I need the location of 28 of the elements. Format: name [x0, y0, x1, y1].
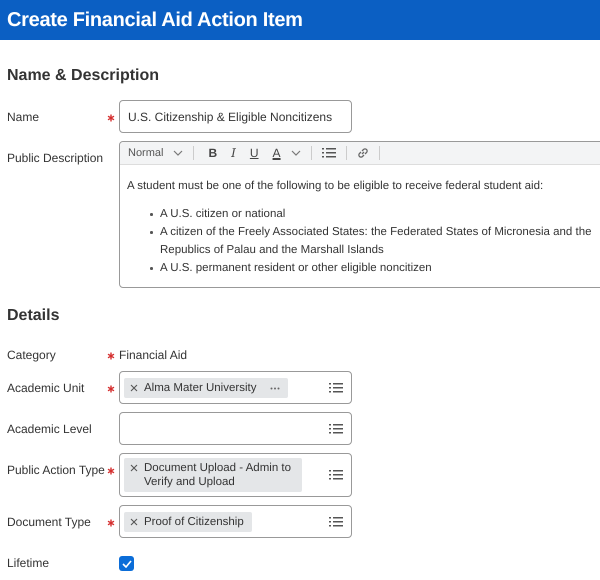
field-label: Lifetime: [7, 555, 50, 570]
field-label: Name: [7, 109, 40, 124]
multiselect-field[interactable]: Alma Mater University: [119, 371, 352, 404]
selected-chip[interactable]: Alma Mater University: [124, 378, 288, 398]
italic-button[interactable]: I: [231, 146, 236, 160]
field-label: Category: [7, 347, 57, 362]
page-title: Create Financial Aid Action Item: [7, 8, 303, 32]
list-item: A citizen of the Freely Associated States: the Federated States of Micronesia and the Republics of Palau and the Marshall Islands: [160, 226, 592, 256]
name-field[interactable]: U.S. Citizenship & Eligible Noncitizens: [119, 100, 352, 133]
list-item: A U.S. citizen or national: [160, 208, 286, 220]
multiselect-field[interactable]: Proof of Citizenship: [119, 505, 352, 538]
font-color-button[interactable]: A: [272, 146, 281, 160]
list-item: A U.S. permanent resident or other eligible noncitizen: [160, 262, 432, 274]
section-heading: Name & Description: [7, 67, 160, 85]
field-label: Academic Unit: [7, 380, 86, 395]
field-value: Financial Aid: [119, 347, 188, 362]
field-label: Public Description: [7, 150, 104, 165]
multiselect-field[interactable]: Document Upload - Admin to Verify and Upload: [119, 453, 352, 497]
bold-button[interactable]: B: [208, 146, 218, 160]
selected-chip[interactable]: Proof of Citizenship: [124, 512, 252, 532]
section-heading: Details: [7, 307, 60, 325]
underline-button[interactable]: U: [250, 146, 259, 160]
selected-chip[interactable]: Document Upload - Admin to Verify and Upload: [124, 458, 302, 492]
field-label: Document Type: [7, 514, 92, 529]
field-label: Academic Level: [7, 421, 93, 436]
field-label: Public Action Type: [7, 462, 106, 477]
description-text: A student must be one of the following to be eligible to receive federal student aid:: [127, 179, 544, 194]
style-dropdown[interactable]: Normal: [128, 147, 164, 159]
